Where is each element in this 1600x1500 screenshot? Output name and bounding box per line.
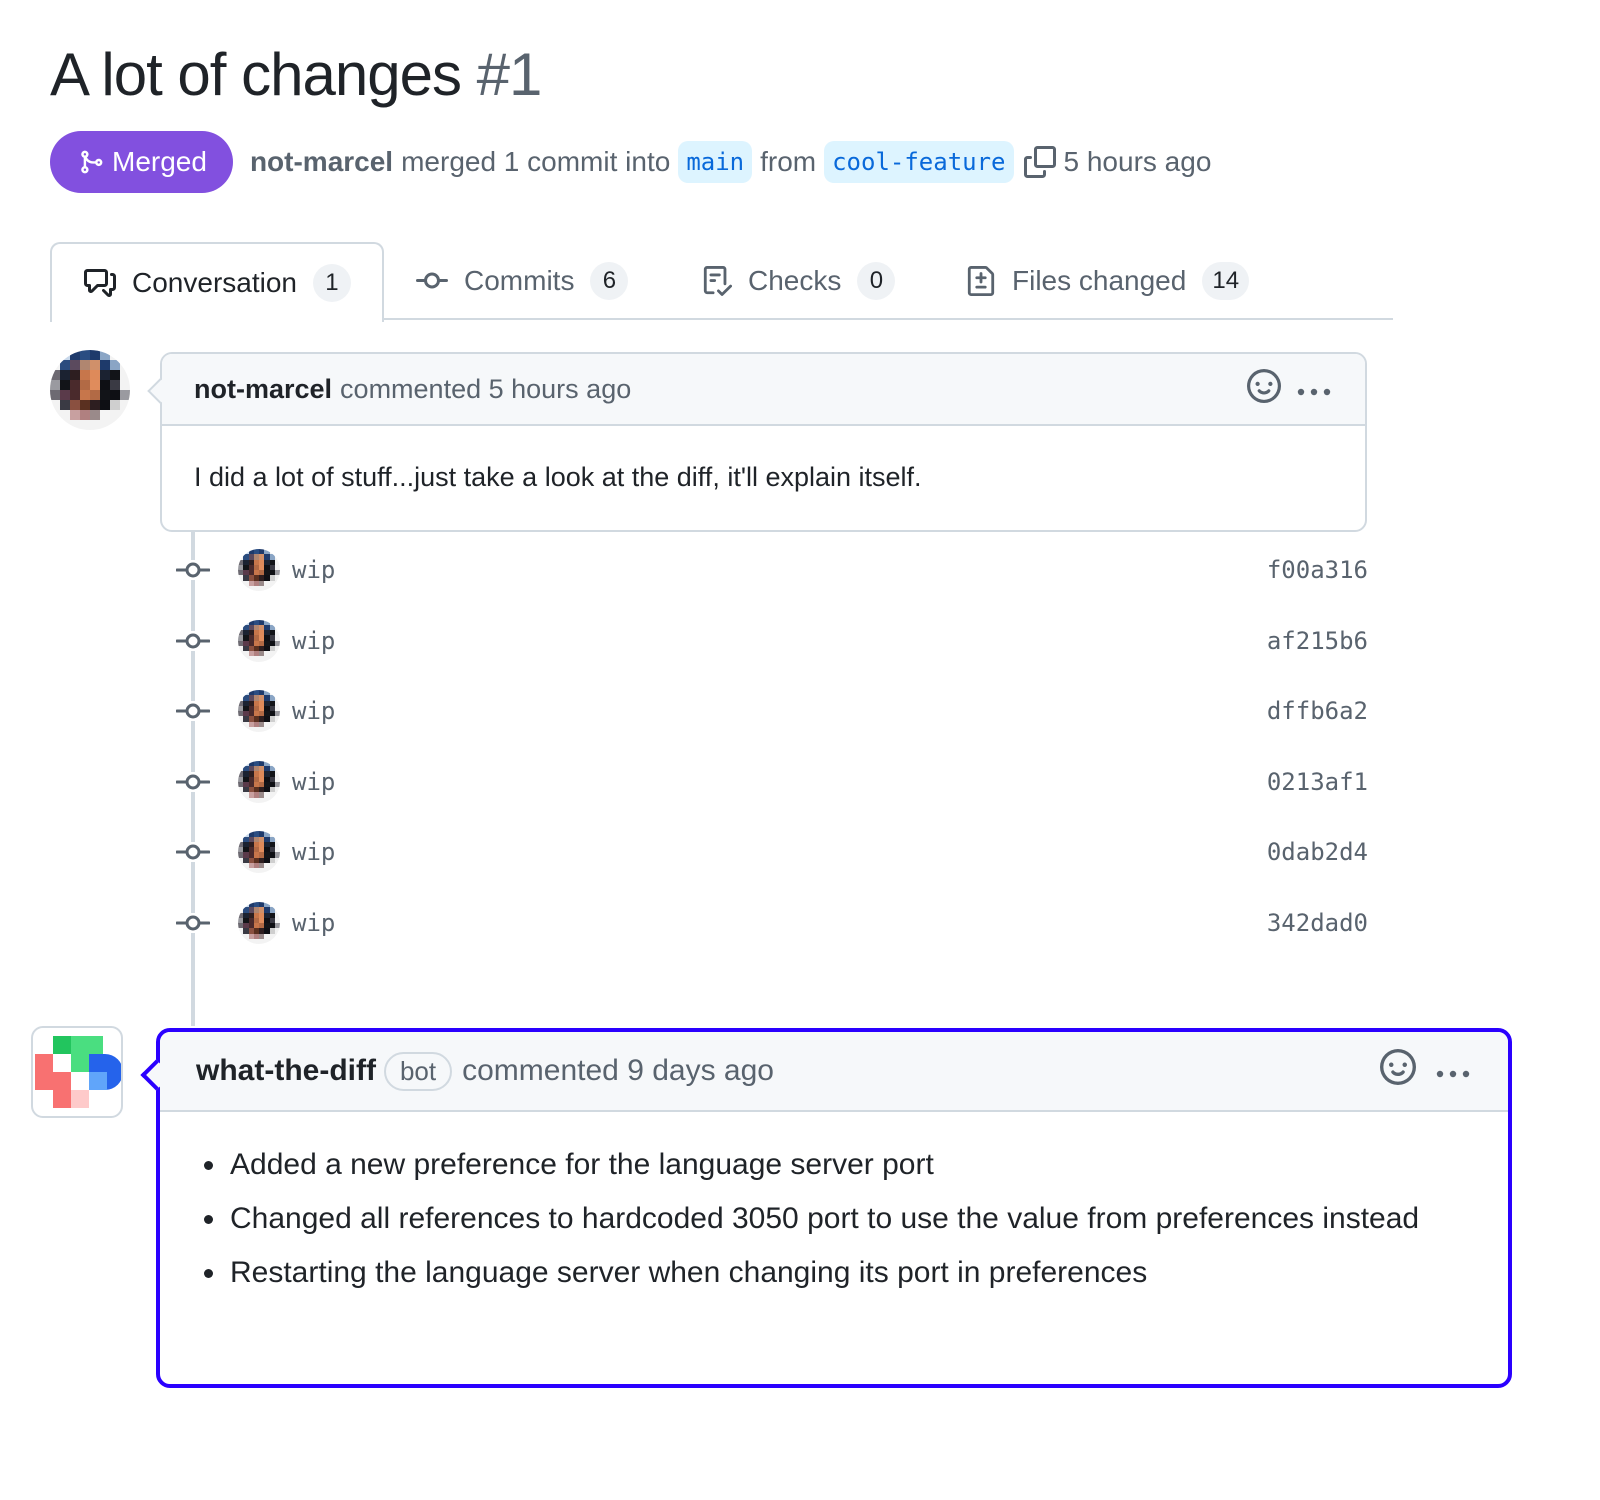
comment-timestamp[interactable]: commented 5 hours ago <box>340 374 631 405</box>
smiley-icon[interactable] <box>1247 368 1281 410</box>
git-commit-icon <box>176 913 210 933</box>
tab-commits[interactable]: Commits 6 <box>416 242 629 320</box>
pr-title-text: A lot of changes <box>50 41 462 108</box>
commit-sha-link[interactable]: af215b6 <box>1267 627 1368 655</box>
tab-conversation-count: 1 <box>312 264 351 302</box>
comment-body: I did a lot of stuff...just take a look … <box>194 462 922 492</box>
merged-status-label: Merged <box>112 146 207 177</box>
git-commit-icon <box>176 701 210 722</box>
commit-row[interactable]: wip 0dab2d4 <box>176 830 1368 874</box>
commit-message-link[interactable]: wip <box>292 556 335 584</box>
avatar-image <box>238 902 280 944</box>
comment-box: not-marcel commented 5 hours ago I did a… <box>147 352 1367 532</box>
commit-row[interactable]: wip 342dad0 <box>176 901 1368 945</box>
tab-conversation-label: Conversation <box>132 267 297 298</box>
commit-author-avatar[interactable] <box>238 619 280 662</box>
bot-summary-list: Added a new preference for the language … <box>160 1112 1508 1340</box>
git-commit-icon <box>176 771 210 792</box>
bot-comment-header: what-the-diff bot commented 9 days ago <box>160 1032 1508 1112</box>
pr-tabs: Conversation 1 Commits 6 Checks 0 Files … <box>50 242 1393 322</box>
commit-message-link[interactable]: wip <box>292 909 335 937</box>
bot-comment-timestamp[interactable]: commented 9 days ago <box>462 1054 774 1088</box>
pr-title: A lot of changes #1 <box>50 40 543 109</box>
commit-row[interactable]: wip dffb6a2 <box>176 689 1368 733</box>
avatar-image <box>238 549 280 591</box>
comment-discussion-icon <box>84 267 116 299</box>
commit-author-avatar[interactable] <box>238 690 280 733</box>
commit-sha-link[interactable]: dffb6a2 <box>1267 697 1368 725</box>
commit-author-avatar[interactable] <box>238 902 280 944</box>
tab-checks-label: Checks <box>748 265 842 296</box>
list-item: Restarting the language server when chan… <box>204 1250 1448 1296</box>
file-diff-icon <box>966 264 996 298</box>
comment-author-link[interactable]: not-marcel <box>194 374 332 405</box>
tab-conversation[interactable]: Conversation 1 <box>50 242 384 322</box>
commit-row[interactable]: wip af215b6 <box>176 619 1368 663</box>
git-commit-icon <box>176 630 210 651</box>
head-branch-link[interactable]: cool-feature <box>824 141 1014 183</box>
smiley-icon[interactable] <box>1380 1049 1416 1093</box>
bot-badge: bot <box>383 1051 453 1091</box>
bot-avatar[interactable] <box>31 1026 123 1118</box>
merged-status-badge: Merged <box>50 131 233 193</box>
commit-message-link[interactable]: wip <box>292 627 335 655</box>
tab-files-changed-count: 14 <box>1202 262 1250 300</box>
list-item: Changed all references to hardcoded 3050… <box>204 1196 1448 1242</box>
what-the-diff-logo-icon <box>35 1036 121 1108</box>
from-text: from <box>760 146 817 177</box>
base-branch-link[interactable]: main <box>678 141 753 183</box>
bot-comment-box: what-the-diff bot commented 9 days ago A… <box>140 1028 1512 1388</box>
commit-message-link[interactable]: wip <box>292 768 335 796</box>
pr-number: #1 <box>476 41 543 108</box>
avatar-image <box>50 350 130 430</box>
list-item: Added a new preference for the language … <box>204 1142 1448 1188</box>
bot-author-link[interactable]: what-the-diff <box>196 1054 376 1088</box>
merge-description: merged 1 commit into <box>401 146 671 177</box>
copy-icon[interactable] <box>1023 146 1056 178</box>
kebab-horizontal-icon[interactable] <box>1434 1054 1472 1088</box>
checklist-icon <box>702 264 732 298</box>
tab-files-changed-label: Files changed <box>1012 265 1187 296</box>
commit-sha-link[interactable]: 0213af1 <box>1267 768 1368 796</box>
commit-sha-link[interactable]: f00a316 <box>1267 556 1368 584</box>
tab-commits-label: Commits <box>464 265 575 296</box>
commit-row[interactable]: wip f00a316 <box>176 548 1368 592</box>
tab-files-changed[interactable]: Files changed 14 <box>966 242 1250 320</box>
commit-sha-link[interactable]: 0dab2d4 <box>1267 838 1368 866</box>
commit-author-avatar[interactable] <box>238 831 280 874</box>
merge-time: 5 hours ago <box>1063 146 1212 177</box>
tab-checks[interactable]: Checks 0 <box>702 242 896 320</box>
avatar-image <box>238 619 280 662</box>
comment-header: not-marcel commented 5 hours ago <box>162 354 1365 426</box>
kebab-horizontal-icon[interactable] <box>1295 374 1333 405</box>
git-commit-icon <box>416 265 448 297</box>
commit-message-link[interactable]: wip <box>292 697 335 725</box>
commit-author-avatar[interactable] <box>238 549 280 591</box>
avatar-image <box>238 760 280 803</box>
tab-checks-count: 0 <box>857 262 896 300</box>
pr-meta: Merged not-marcel merged 1 commit into m… <box>50 131 1211 193</box>
pr-author-link[interactable]: not-marcel <box>250 146 393 178</box>
avatar-image <box>238 690 280 733</box>
git-commit-icon <box>176 842 210 863</box>
commit-message-link[interactable]: wip <box>292 838 335 866</box>
commit-row[interactable]: wip 0213af1 <box>176 760 1368 804</box>
tab-commits-count: 6 <box>590 262 629 300</box>
git-commit-icon <box>176 560 210 580</box>
commit-sha-link[interactable]: 342dad0 <box>1267 909 1368 937</box>
avatar[interactable] <box>50 350 130 430</box>
avatar-image <box>238 831 280 874</box>
commit-author-avatar[interactable] <box>238 760 280 803</box>
git-merge-icon <box>81 150 103 174</box>
